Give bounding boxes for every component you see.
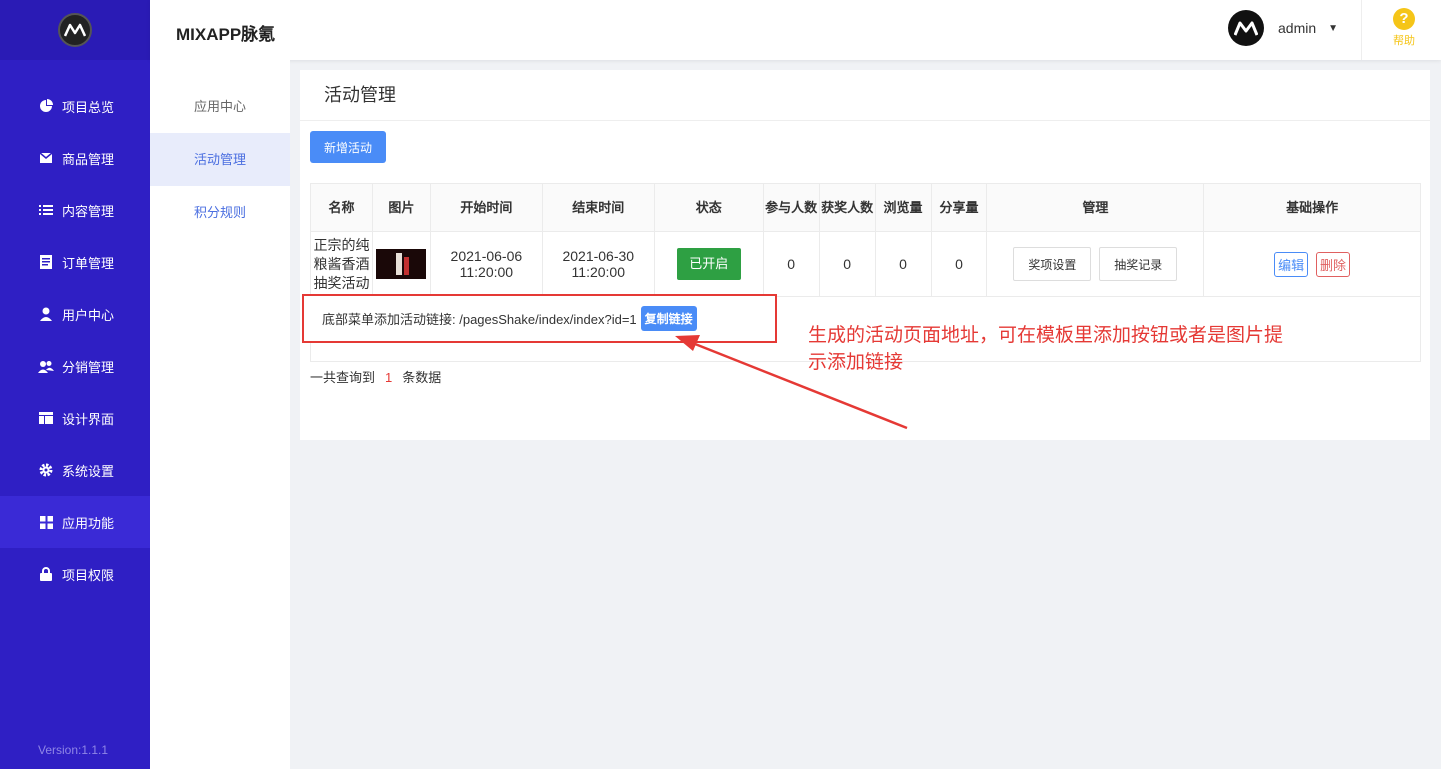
username[interactable]: admin bbox=[1278, 20, 1316, 36]
menu-item-products[interactable]: 商品管理 bbox=[0, 132, 150, 184]
new-activity-button[interactable]: 新增活动 bbox=[310, 131, 386, 163]
column-header: 参与人数 bbox=[762, 183, 820, 232]
menu-item-overview[interactable]: 项目总览 bbox=[0, 80, 150, 132]
lottery-records-button[interactable]: 抽奖记录 bbox=[1099, 247, 1178, 281]
column-header: 浏览量 bbox=[874, 183, 932, 232]
header-divider bbox=[1361, 0, 1362, 60]
thumbnail-bottle bbox=[396, 253, 403, 275]
end-time: 2021-06-30 11:20:00 bbox=[541, 231, 655, 297]
menu-item-label: 分销管理 bbox=[62, 359, 115, 375]
column-header: 图片 bbox=[371, 183, 431, 232]
activity-name: 正宗的纯粮酱香酒抽奖活动 bbox=[310, 231, 373, 297]
edit-button[interactable]: 编辑 bbox=[1274, 251, 1309, 277]
menu-item-label: 商品管理 bbox=[62, 151, 115, 167]
prize-settings-button[interactable]: 奖项设置 bbox=[1013, 247, 1092, 281]
count-prefix: 一共查询到 bbox=[310, 370, 376, 385]
column-header: 名称 bbox=[310, 183, 373, 232]
content-panel: 活动管理 新增活动 名称 图片 开始时间 结束时间 状态 参与人数 获奖人数 浏… bbox=[300, 70, 1430, 440]
menu-item-label: 设计界面 bbox=[62, 411, 115, 427]
column-header: 结束时间 bbox=[541, 183, 655, 232]
subnav-item-points-rules[interactable]: 积分规则 bbox=[150, 186, 290, 239]
brand-title: MIXAPP脉氪 bbox=[176, 25, 276, 44]
menu-item-settings[interactable]: 系统设置 bbox=[0, 444, 150, 496]
top-header: MIXAPP脉氪 admin ▼ ? 帮助 bbox=[150, 0, 1441, 60]
shares-count: 0 bbox=[930, 231, 988, 297]
count-suffix: 条数据 bbox=[402, 370, 442, 385]
menu-item-orders[interactable]: 订单管理 bbox=[0, 236, 150, 288]
grid-icon bbox=[38, 514, 54, 530]
column-header: 管理 bbox=[986, 183, 1205, 232]
actions-cell: 编辑 删除 bbox=[1203, 231, 1421, 297]
menu-item-label: 订单管理 bbox=[62, 255, 115, 271]
page-title: 活动管理 bbox=[300, 70, 1430, 121]
status-cell: 已开启 bbox=[653, 231, 764, 297]
users-icon bbox=[38, 358, 54, 374]
user-icon bbox=[38, 306, 54, 322]
column-header: 分享量 bbox=[930, 183, 988, 232]
result-count: 一共查询到 1 条数据 bbox=[310, 367, 441, 386]
menu-item-label: 系统设置 bbox=[62, 463, 115, 479]
annotation-text: 生成的活动页面地址，可在模板里添加按钮或者是图片提示添加链接 bbox=[808, 325, 1284, 373]
secondary-nav: 应用中心 活动管理 积分规则 bbox=[150, 60, 290, 769]
menu-item-label: 内容管理 bbox=[62, 203, 115, 219]
mail-icon bbox=[38, 150, 54, 166]
user-menu[interactable]: admin ▼ bbox=[1228, 10, 1338, 46]
views-count: 0 bbox=[874, 231, 932, 297]
count-number: 1 bbox=[385, 370, 393, 385]
sidebar: 项目总览 商品管理 内容管理 订单管理 用户中心 分销管理 设计界面 系统设置 bbox=[0, 0, 150, 769]
menu-item-label: 项目权限 bbox=[62, 567, 115, 583]
pie-chart-icon bbox=[38, 98, 54, 114]
lock-icon bbox=[38, 566, 54, 582]
subnav-item-app-center[interactable]: 应用中心 bbox=[150, 80, 290, 133]
participants-count: 0 bbox=[762, 231, 820, 297]
column-header: 开始时间 bbox=[429, 183, 543, 232]
column-header: 基础操作 bbox=[1203, 183, 1421, 232]
activity-image-cell bbox=[371, 231, 431, 297]
menu-item-label: 应用功能 bbox=[62, 515, 115, 531]
menu-item-permissions[interactable]: 项目权限 bbox=[0, 548, 150, 600]
delete-button[interactable]: 删除 bbox=[1316, 251, 1351, 277]
list-icon bbox=[38, 202, 54, 218]
chevron-down-icon[interactable]: ▼ bbox=[1328, 23, 1338, 34]
column-header: 获奖人数 bbox=[818, 183, 876, 232]
column-header: 状态 bbox=[653, 183, 764, 232]
avatar[interactable] bbox=[1228, 10, 1264, 46]
status-badge[interactable]: 已开启 bbox=[676, 248, 741, 280]
table-header-row: 名称 图片 开始时间 结束时间 状态 参与人数 获奖人数 浏览量 分享量 管理 … bbox=[310, 183, 1421, 232]
help-icon: ? bbox=[1393, 8, 1415, 30]
main-menu: 项目总览 商品管理 内容管理 订单管理 用户中心 分销管理 设计界面 系统设置 bbox=[0, 80, 150, 600]
menu-item-distribution[interactable]: 分销管理 bbox=[0, 340, 150, 392]
start-time: 2021-06-06 11:20:00 bbox=[429, 231, 543, 297]
version-label: Version:1.1.1 bbox=[38, 743, 109, 757]
menu-item-content[interactable]: 内容管理 bbox=[0, 184, 150, 236]
activity-link-text: 底部菜单添加活动链接: /pagesShake/index/index?id=1 bbox=[322, 312, 637, 327]
activity-link-box: 底部菜单添加活动链接: /pagesShake/index/index?id=1… bbox=[302, 294, 777, 343]
winners-count: 0 bbox=[818, 231, 876, 297]
menu-item-label: 用户中心 bbox=[62, 307, 115, 323]
activity-thumbnail[interactable] bbox=[376, 249, 427, 279]
help-button[interactable]: ? 帮助 bbox=[1386, 8, 1422, 48]
copy-link-button[interactable]: 复制链接 bbox=[640, 306, 697, 331]
logo-area bbox=[0, 0, 150, 60]
layout-icon bbox=[38, 410, 54, 426]
thumbnail-bottle bbox=[404, 257, 410, 275]
subnav-item-activity-management[interactable]: 活动管理 bbox=[150, 133, 290, 186]
menu-item-users[interactable]: 用户中心 bbox=[0, 288, 150, 340]
menu-item-design[interactable]: 设计界面 bbox=[0, 392, 150, 444]
menu-item-label: 项目总览 bbox=[62, 99, 115, 115]
table-row: 正宗的纯粮酱香酒抽奖活动 2021-06-06 11:20:00 2021-06… bbox=[310, 231, 1421, 297]
mixapp-logo-icon[interactable] bbox=[58, 13, 92, 47]
help-label: 帮助 bbox=[1393, 35, 1415, 47]
menu-item-app-functions[interactable]: 应用功能 bbox=[0, 496, 150, 548]
manage-cell: 奖项设置 抽奖记录 bbox=[986, 231, 1205, 297]
gear-icon bbox=[38, 462, 54, 478]
document-icon bbox=[38, 254, 54, 270]
